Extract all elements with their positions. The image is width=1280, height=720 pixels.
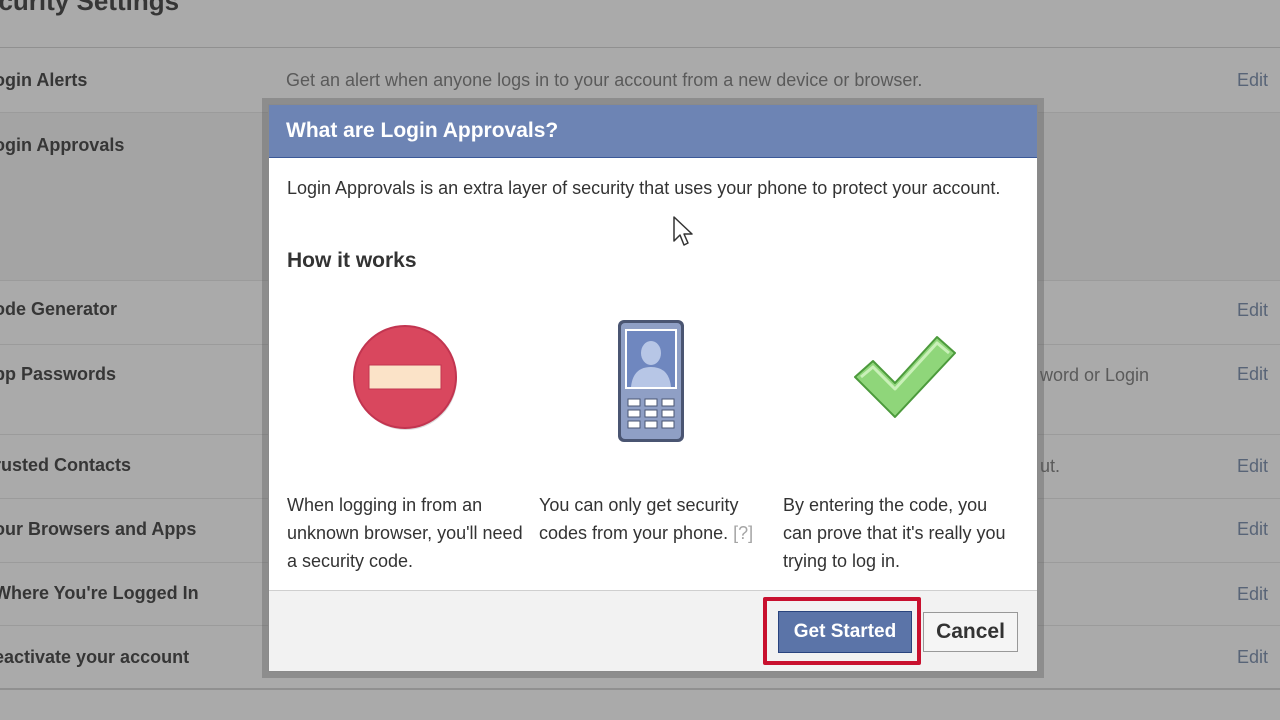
cancel-button[interactable]: Cancel xyxy=(923,612,1018,652)
get-started-button[interactable]: Get Started xyxy=(778,611,912,653)
no-entry-icon xyxy=(353,325,457,430)
step-2-text-body: You can only get security codes from you… xyxy=(539,495,739,543)
how-it-works-heading: How it works xyxy=(287,249,417,272)
phone-icon xyxy=(618,320,684,442)
dialog-intro-text: Login Approvals is an extra layer of sec… xyxy=(287,178,1001,198)
step-2-text: You can only get security codes from you… xyxy=(539,491,771,547)
login-approvals-dialog: What are Login Approvals? Login Approval… xyxy=(268,104,1038,672)
mouse-cursor-icon xyxy=(673,216,693,246)
dialog-footer: Get Started Cancel xyxy=(269,590,1037,671)
dialog-title: What are Login Approvals? xyxy=(269,105,1037,158)
help-link[interactable]: [?] xyxy=(733,523,753,543)
step-3-text: By entering the code, you can prove that… xyxy=(783,495,1006,571)
checkmark-icon xyxy=(854,336,956,418)
step-1-text: When logging in from an unknown browser,… xyxy=(287,495,523,571)
